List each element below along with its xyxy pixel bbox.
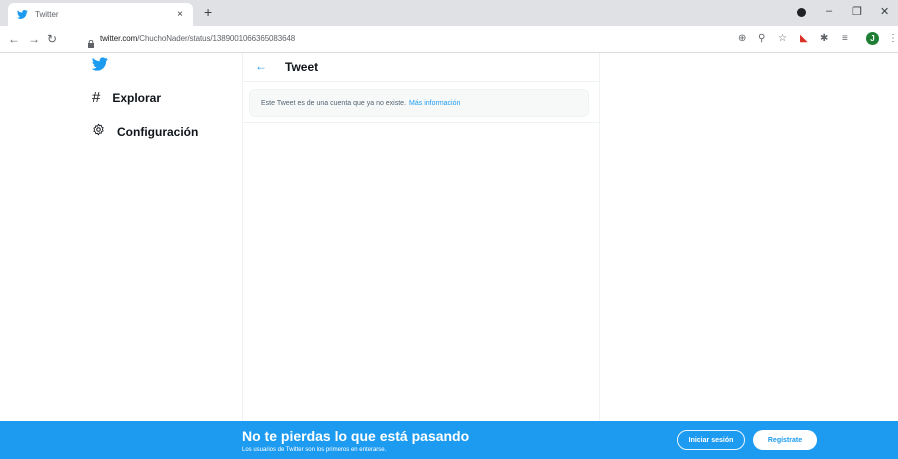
close-tab-icon[interactable]: ×	[177, 9, 183, 20]
restore-icon[interactable]: ❐	[852, 5, 862, 18]
url-host: twitter.com	[100, 34, 138, 43]
translate-icon[interactable]: ⊕	[738, 33, 746, 44]
profile-menu-icon[interactable]	[797, 8, 806, 17]
extensions-puzzle-icon[interactable]: ✱	[820, 33, 828, 44]
new-tab-button[interactable]: +	[204, 4, 212, 20]
browser-toolbar: ← → ↻ twitter.com/ChuchoNader/status/138…	[0, 26, 898, 53]
signup-banner: No te pierdas lo que está pasando Los us…	[0, 421, 898, 459]
avatar[interactable]: J	[866, 32, 879, 45]
lock-icon[interactable]	[88, 35, 94, 53]
extension-icon[interactable]: ◣	[800, 33, 808, 44]
browser-tab-strip: Twitter × + – ❐ ✕	[0, 0, 898, 26]
url-path: /ChuchoNader/status/1389001066365083648	[137, 34, 296, 43]
address-bar[interactable]: twitter.com/ChuchoNader/status/138900106…	[100, 34, 295, 43]
tab-title: Twitter	[35, 10, 59, 19]
back-icon[interactable]: ←	[8, 32, 20, 46]
sidebar-item-configuracion[interactable]: Configuración	[92, 123, 198, 141]
sidebar-item-label: Configuración	[117, 125, 199, 139]
column-header: ← Tweet	[243, 53, 599, 82]
deleted-account-notice: Este Tweet es de una cuenta que ya no ex…	[249, 89, 589, 117]
hashtag-icon: #	[92, 89, 101, 106]
minimize-icon[interactable]: –	[826, 5, 832, 17]
main-column: ← Tweet Este Tweet es de una cuenta que …	[242, 53, 600, 421]
reading-list-icon[interactable]: ≡	[842, 33, 848, 44]
bookmark-star-icon[interactable]: ☆	[778, 33, 787, 44]
back-arrow-icon[interactable]: ←	[255, 59, 267, 73]
sidebar-item-label: Explorar	[112, 90, 162, 105]
gear-icon	[92, 123, 105, 141]
page-title: Tweet	[285, 60, 319, 74]
notice-text: Este Tweet es de una cuenta que ya no ex…	[261, 99, 407, 107]
login-button[interactable]: Iniciar sesión	[677, 430, 745, 450]
close-window-icon[interactable]: ✕	[880, 5, 889, 18]
twitter-logo-icon[interactable]	[91, 57, 108, 76]
reload-icon[interactable]: ↻	[47, 32, 57, 46]
banner-title: No te pierdas lo que está pasando	[242, 428, 470, 444]
browser-tab[interactable]: Twitter ×	[8, 3, 193, 26]
twitter-page: # Explorar Configuración ← Tweet Este Tw…	[0, 53, 898, 421]
menu-kebab-icon[interactable]: ⋮	[888, 33, 898, 44]
more-info-link[interactable]: Más información	[409, 100, 460, 107]
zoom-icon[interactable]: ⚲	[758, 33, 765, 44]
banner-subtitle: Los usuarios de Twitter son los primeros…	[242, 447, 387, 453]
forward-icon[interactable]: →	[28, 32, 40, 46]
signup-button[interactable]: Regístrate	[753, 430, 817, 450]
sidebar-item-explorar[interactable]: # Explorar	[92, 89, 161, 106]
twitter-bird-icon	[17, 9, 29, 21]
divider	[243, 122, 599, 123]
